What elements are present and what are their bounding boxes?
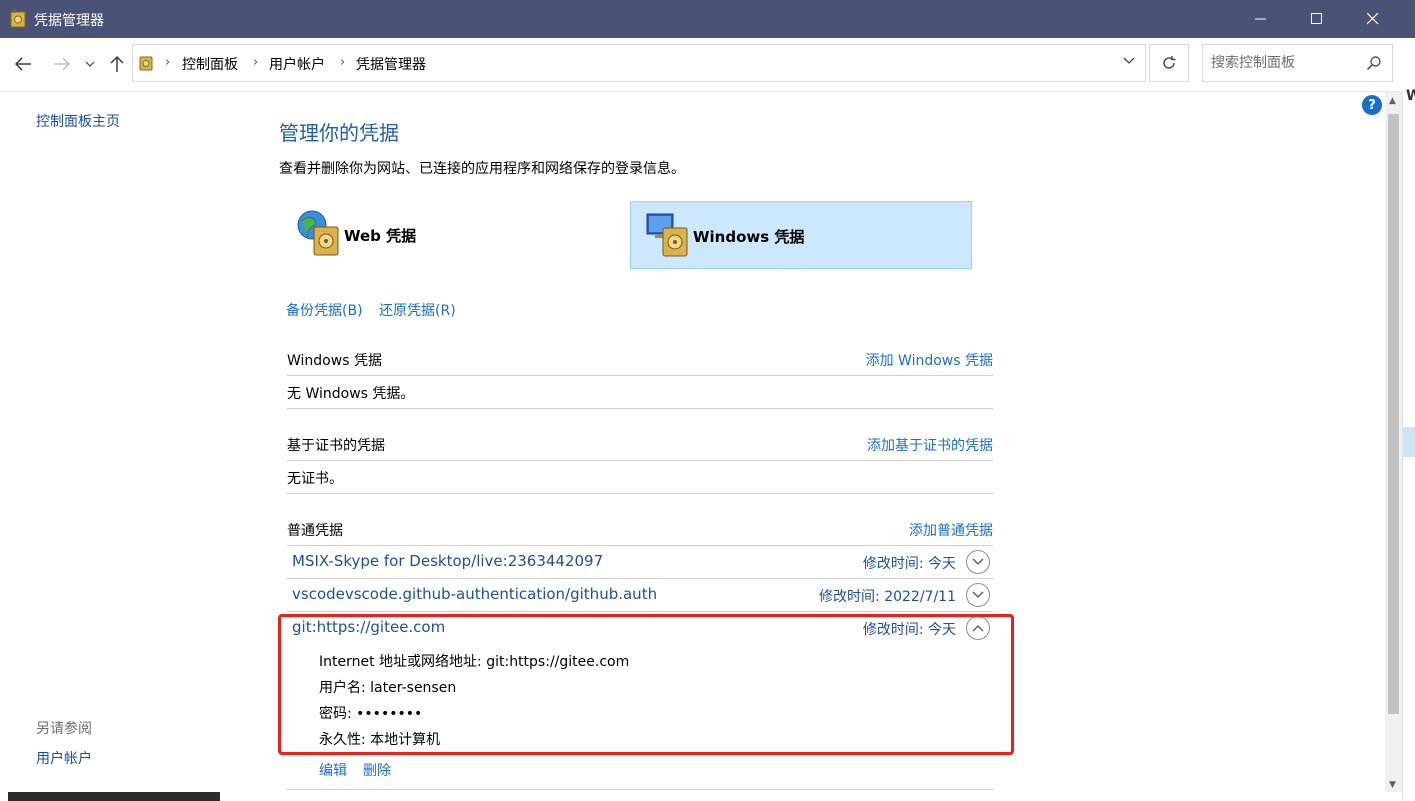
chevron-right-icon: ›	[253, 55, 259, 70]
add-certificate-credential-link[interactable]: 添加基于证书的凭据	[867, 435, 993, 455]
breadcrumb-credential-manager[interactable]: 凭据管理器	[356, 54, 426, 74]
certificate-credentials-heading: 基于证书的凭据	[287, 438, 385, 454]
refresh-icon	[1163, 56, 1176, 69]
address-bar: › 控制面板 › 用户帐户 › 凭据管理器	[0, 38, 1415, 92]
annotation-highlight-box	[278, 614, 1014, 755]
address-field[interactable]: › 控制面板 › 用户帐户 › 凭据管理器	[132, 44, 1146, 82]
windows-credentials-empty: 无 Windows 凭据。	[287, 386, 415, 402]
edit-credential-link[interactable]: 编辑	[319, 760, 347, 780]
expand-button[interactable]	[966, 550, 990, 574]
background-window-edge: Wi	[1402, 88, 1415, 801]
chevron-right-icon: ›	[340, 55, 346, 70]
close-button[interactable]	[1350, 0, 1396, 38]
up-arrow-icon	[110, 56, 124, 72]
back-arrow-icon	[15, 57, 31, 71]
monitor-vault-icon	[646, 213, 688, 257]
page-title: 管理你的凭据	[279, 121, 399, 145]
certificate-credentials-empty: 无证书。	[287, 471, 343, 487]
forward-button[interactable]	[51, 53, 73, 75]
divider	[287, 789, 993, 790]
vertical-scrollbar[interactable]: ▲ ▼	[1385, 92, 1402, 792]
minimize-icon	[1255, 18, 1266, 20]
divider	[287, 545, 993, 546]
address-dropdown-icon[interactable]	[1123, 57, 1135, 65]
credential-name[interactable]: MSIX-Skype for Desktop/live:2363442097	[292, 552, 603, 570]
forward-arrow-icon	[54, 57, 70, 71]
vault-breadcrumb-icon	[139, 56, 153, 71]
divider	[287, 578, 993, 579]
scroll-down-icon[interactable]: ▼	[1389, 780, 1396, 790]
chevron-right-icon: ›	[165, 55, 171, 70]
search-input[interactable]	[1211, 53, 1361, 73]
expand-button[interactable]	[966, 583, 990, 607]
backup-credentials-link[interactable]: 备份凭据(B)	[286, 300, 363, 320]
credential-name[interactable]: vscodevscode.github-authentication/githu…	[292, 585, 657, 603]
refresh-button[interactable]	[1149, 44, 1189, 82]
generic-credentials-heading: 普通凭据	[287, 523, 343, 539]
add-windows-credential-link[interactable]: 添加 Windows 凭据	[866, 350, 993, 370]
chevron-down-icon	[85, 61, 95, 67]
scroll-up-icon[interactable]: ▲	[1389, 96, 1396, 106]
vault-app-icon	[10, 10, 26, 28]
maximize-button[interactable]	[1294, 0, 1340, 38]
user-accounts-link[interactable]: 用户帐户	[36, 748, 92, 768]
background-highlight	[1403, 427, 1415, 457]
windows-credentials-tab[interactable]: Windows 凭据	[630, 201, 972, 269]
divider	[287, 408, 993, 409]
search-icon[interactable]	[1366, 55, 1382, 71]
web-credentials-tab[interactable]: Web 凭据	[282, 201, 624, 269]
credential-manager-window: 凭据管理器 › 控制面板 › 用户帐户 › 凭据管理器 搜索控制面板 ? ▲ ▼…	[0, 0, 1415, 801]
divider	[287, 493, 993, 494]
control-panel-home-link[interactable]: 控制面板主页	[36, 111, 120, 131]
help-icon[interactable]: ?	[1362, 95, 1382, 115]
scrollbar-thumb[interactable]	[1388, 114, 1399, 714]
web-credentials-label: Web 凭据	[344, 227, 417, 245]
recent-locations-button[interactable]	[82, 53, 98, 75]
title-bar: 凭据管理器	[0, 0, 1415, 38]
page-description: 查看并删除你为网站、已连接的应用程序和网络保存的登录信息。	[279, 161, 685, 177]
add-generic-credential-link[interactable]: 添加普通凭据	[909, 520, 993, 540]
see-also-heading: 另请参阅	[36, 721, 92, 737]
up-button[interactable]	[106, 53, 128, 75]
globe-vault-icon	[297, 210, 339, 256]
divider	[287, 375, 993, 376]
taskbar-fragment	[8, 792, 220, 801]
search-box[interactable]	[1202, 44, 1393, 82]
maximize-icon	[1311, 13, 1322, 24]
breadcrumb-control-panel[interactable]: 控制面板	[182, 54, 238, 74]
windows-credentials-heading: Windows 凭据	[287, 353, 382, 369]
windows-credentials-label: Windows 凭据	[693, 228, 805, 246]
breadcrumb-user-accounts[interactable]: 用户帐户	[269, 54, 325, 74]
restore-credentials-link[interactable]: 还原凭据(R)	[379, 300, 456, 320]
back-button[interactable]	[12, 53, 34, 75]
chevron-down-icon	[972, 591, 984, 598]
close-icon	[1367, 13, 1379, 25]
divider	[287, 611, 993, 612]
background-window-glyph: Wi	[1406, 88, 1415, 104]
credential-modified: 修改时间: 2022/7/11	[819, 589, 956, 605]
delete-credential-link[interactable]: 删除	[363, 760, 391, 780]
credential-modified: 修改时间: 今天	[862, 556, 956, 572]
chevron-down-icon	[972, 558, 984, 565]
minimize-button[interactable]	[1238, 0, 1284, 38]
divider	[287, 460, 993, 461]
window-title: 凭据管理器	[34, 13, 104, 29]
